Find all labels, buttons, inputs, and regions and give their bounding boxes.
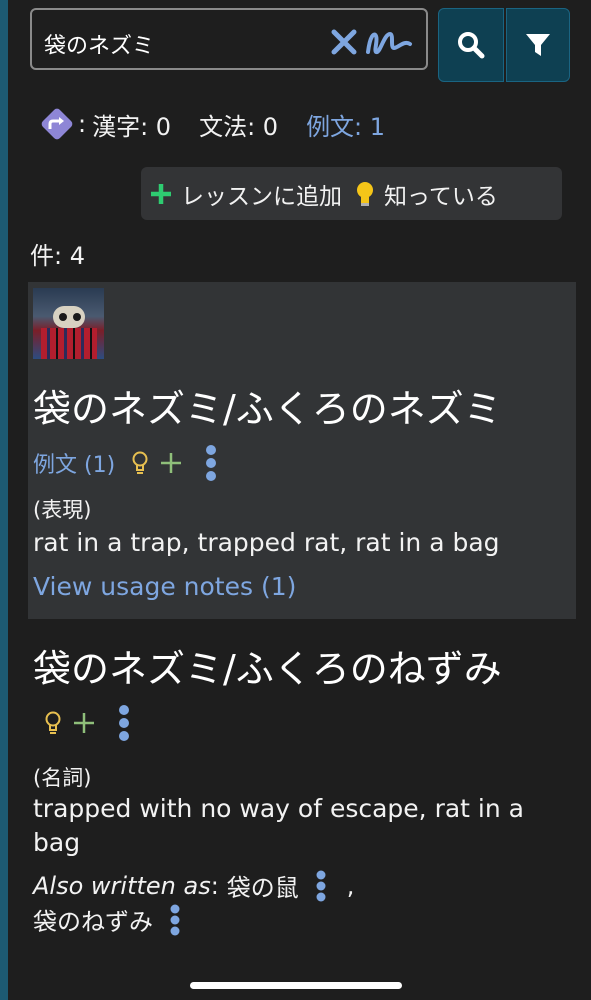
jump-icon[interactable] bbox=[38, 105, 76, 143]
alt-form[interactable]: 袋のねずみ bbox=[33, 902, 153, 937]
search-input[interactable]: 袋のネズミ bbox=[30, 8, 428, 70]
plus-icon[interactable] bbox=[149, 182, 173, 206]
kebab-icon[interactable] bbox=[205, 444, 217, 482]
bulb-icon[interactable] bbox=[44, 710, 62, 736]
mark-known-button[interactable]: 知っている bbox=[384, 177, 498, 211]
part-of-speech: (名詞) bbox=[33, 766, 92, 790]
examples-count[interactable]: 例文: 1 bbox=[306, 107, 385, 142]
search-icon bbox=[458, 32, 485, 59]
clear-icon[interactable] bbox=[330, 28, 358, 56]
result-type-counts: : 漢字: 0 文法: 0 例文: 1 bbox=[38, 104, 385, 144]
also-written-as: Also written as : 袋の鼠 , bbox=[33, 868, 354, 903]
counts-prefix: : bbox=[78, 110, 87, 138]
app-screen: 袋のネズミ : 漢字: 0 文法: 0 例文: 1 レッスンに追加 知っている … bbox=[0, 0, 591, 1000]
results-count: 件: 4 bbox=[30, 242, 85, 270]
also-written-as-cont: 袋のねずみ bbox=[33, 902, 181, 937]
left-edge-bar bbox=[0, 0, 8, 1000]
alt-form[interactable]: 袋の鼠 bbox=[227, 868, 299, 903]
also-written-colon: : bbox=[210, 871, 219, 900]
filter-icon bbox=[526, 34, 550, 56]
kanji-count[interactable]: 漢字: 0 bbox=[92, 107, 171, 142]
alt-separator: , bbox=[346, 871, 355, 900]
usage-notes-link[interactable]: View usage notes (1) bbox=[33, 572, 296, 601]
part-of-speech: (表現) bbox=[33, 498, 92, 522]
grammar-count[interactable]: 文法: 0 bbox=[199, 107, 278, 142]
plus-icon[interactable] bbox=[72, 711, 96, 735]
rat-eye bbox=[59, 313, 67, 321]
filter-button[interactable] bbox=[506, 8, 570, 82]
kebab-icon[interactable] bbox=[315, 870, 327, 902]
rat-eye bbox=[73, 313, 81, 321]
search-query[interactable]: 袋のネズミ bbox=[44, 28, 154, 60]
plus-icon[interactable] bbox=[159, 451, 183, 475]
entry-actions bbox=[44, 704, 130, 742]
result-card-1: 袋のネズミ/ふくろのネズミ 例文 (1) (表現) rat in a trap,… bbox=[28, 282, 576, 619]
bulb-icon[interactable] bbox=[354, 180, 376, 208]
handwriting-icon[interactable] bbox=[364, 26, 414, 58]
home-indicator[interactable] bbox=[190, 982, 402, 989]
add-to-lesson-button[interactable]: レッスンに追加 bbox=[181, 177, 342, 211]
bulb-icon[interactable] bbox=[131, 450, 149, 476]
entry-title: 袋のネズミ/ふくろのねずみ bbox=[33, 647, 502, 691]
plaid-bag bbox=[41, 328, 97, 359]
entry-image[interactable] bbox=[33, 288, 104, 359]
also-written-label: Also written as bbox=[33, 871, 211, 900]
entry-gloss: rat in a trap, trapped rat, rat in a bag bbox=[33, 528, 500, 557]
entry-gloss: trapped with no way of escape, rat in a … bbox=[33, 794, 524, 857]
kebab-icon[interactable] bbox=[169, 904, 181, 936]
bulk-actions-bar: レッスンに追加 知っている bbox=[141, 167, 562, 220]
kebab-icon[interactable] bbox=[118, 704, 130, 742]
entry-actions: 例文 (1) bbox=[33, 444, 217, 482]
search-button[interactable] bbox=[438, 8, 504, 82]
examples-link[interactable]: 例文 (1) bbox=[33, 447, 115, 479]
entry-title: 袋のネズミ/ふくろのネズミ bbox=[33, 387, 502, 431]
